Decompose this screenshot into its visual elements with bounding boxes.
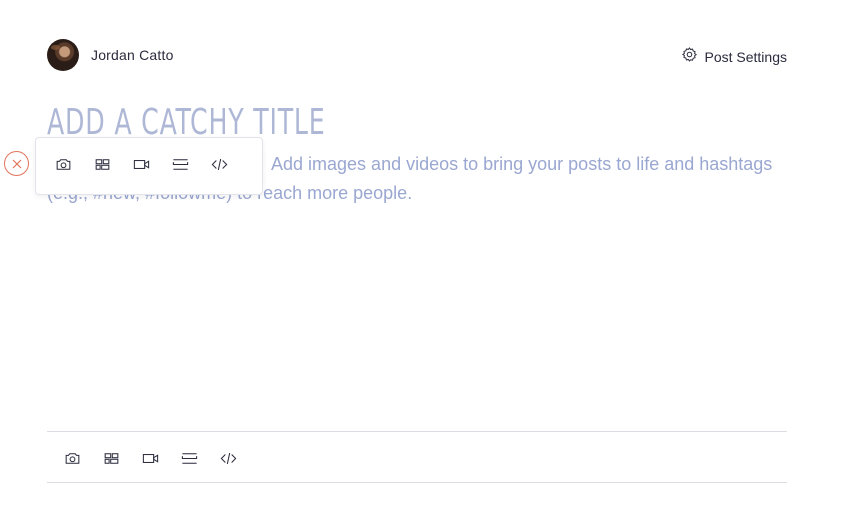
add-gallery-button[interactable] xyxy=(93,154,132,178)
add-divider-button[interactable] xyxy=(171,154,210,178)
add-video-button[interactable] xyxy=(132,154,171,178)
author-info: Jordan Catto xyxy=(47,39,174,71)
camera-icon xyxy=(54,155,73,178)
avatar[interactable] xyxy=(47,39,79,71)
gallery-icon xyxy=(93,155,112,178)
add-image-button[interactable] xyxy=(63,448,102,472)
close-icon xyxy=(12,154,22,173)
add-divider-button[interactable] xyxy=(180,448,219,472)
add-code-button[interactable] xyxy=(219,448,258,472)
editor-header: Jordan Catto Post Settings xyxy=(47,39,787,71)
add-image-button[interactable] xyxy=(54,154,93,178)
toolbar-top-divider xyxy=(47,431,787,432)
code-icon xyxy=(210,155,229,178)
divider-icon xyxy=(180,449,199,472)
bottom-add-toolbar xyxy=(63,448,258,472)
gear-icon xyxy=(681,46,698,67)
close-add-menu-button[interactable] xyxy=(4,151,29,176)
post-settings-button[interactable]: Post Settings xyxy=(681,46,788,67)
add-video-button[interactable] xyxy=(141,448,180,472)
video-icon xyxy=(141,449,160,472)
add-gallery-button[interactable] xyxy=(102,448,141,472)
toolbar-bottom-divider xyxy=(47,482,787,483)
camera-icon xyxy=(63,449,82,472)
video-icon xyxy=(132,155,151,178)
code-icon xyxy=(219,449,238,472)
author-name: Jordan Catto xyxy=(91,47,174,63)
add-code-button[interactable] xyxy=(210,154,249,178)
post-settings-label: Post Settings xyxy=(704,48,788,65)
inline-add-toolbar xyxy=(35,137,263,195)
gallery-icon xyxy=(102,449,121,472)
divider-icon xyxy=(171,155,190,178)
post-editor-page: Jordan Catto Post Settings ADD A CATCHY … xyxy=(0,0,864,517)
